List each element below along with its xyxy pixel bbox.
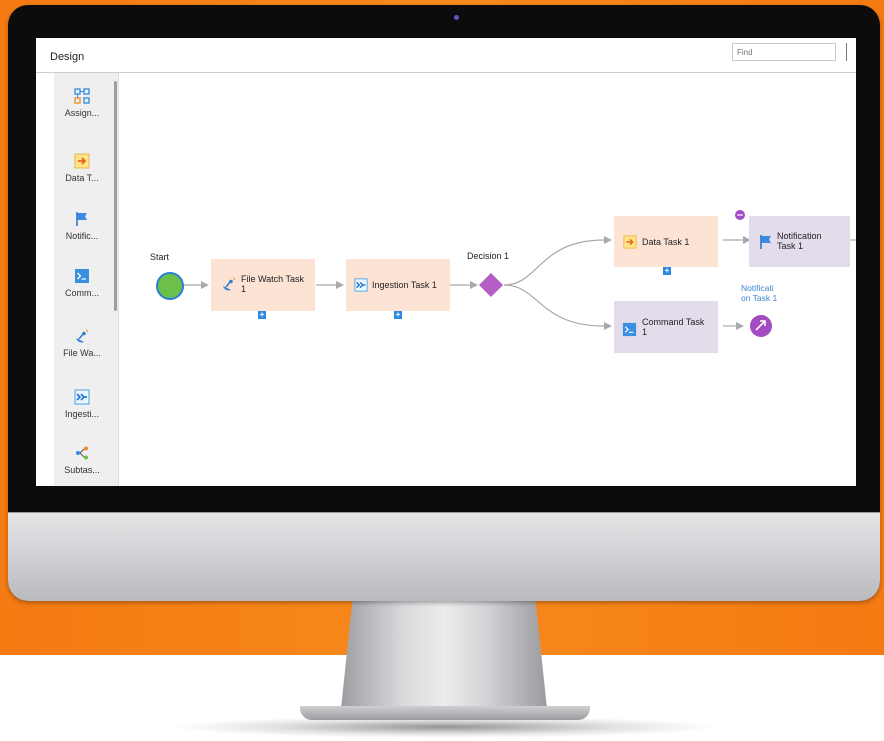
data-task-icon [623,235,637,249]
palette-item-subtask[interactable]: Subtas... [54,445,110,486]
satellite-icon [223,277,236,291]
file-watch-task-node[interactable]: File Watch Task 1 [211,259,315,311]
add-subtask-button[interactable]: + [258,311,266,319]
palette-label: File Wa... [63,348,101,358]
find-input[interactable] [732,43,836,61]
palette-label: Data T... [65,173,99,183]
satellite-icon [76,329,89,343]
arrowhead [470,281,478,289]
data-task-node[interactable]: Data Task 1 [614,216,718,267]
data-task-icon [74,153,90,169]
terminal-icon [622,322,637,337]
ingestion-icon [74,389,90,405]
add-subtask-button[interactable]: + [394,311,402,319]
palette-item-command[interactable]: Comm... [54,268,110,322]
ingestion-task-label: Ingestion Task 1 [372,280,437,290]
workflow-canvas[interactable]: Start Decision 1 File Watch Task 1 + Ing… [119,73,856,486]
start-label: Start [150,252,170,262]
notification-task-link[interactable]: Notificati on Task 1 [741,283,777,303]
palette-label: Comm... [64,288,99,298]
arrowhead [736,322,744,330]
subtask-icon [76,446,88,460]
assignment-icon [74,88,90,104]
monitor-chin [8,512,880,601]
ingestion-task-node[interactable]: Ingestion Task 1 [346,259,450,311]
add-subtask-button[interactable]: + [663,267,671,275]
palette-item-assignment[interactable]: Assign... [54,88,110,142]
start-node [156,272,184,300]
notification-task-node[interactable]: Notification Task 1 [749,216,850,267]
arrowhead [604,322,612,330]
terminal-icon [75,269,89,283]
command-task-label: Command Task 1 [642,317,705,337]
top-bar: Design [36,38,856,73]
decision-label: Decision 1 [467,251,510,261]
palette-item-file-watch[interactable]: File Wa... [54,328,110,382]
palette-label: Assign... [64,108,100,118]
data-task-label: Data Task 1 [642,237,690,247]
camera-icon [454,15,459,20]
connector-decision-datatask [503,239,605,286]
arrowhead [604,236,612,244]
command-task-node[interactable]: Command Task 1 [614,301,718,353]
task-palette: Assign... Data T... Notific... Comm... F… [54,73,119,486]
connector-decision-commandtask [503,284,605,327]
palette-item-ingestion[interactable]: Ingesti... [54,389,110,443]
arrowhead [336,281,344,289]
decision-diamond [479,273,503,297]
monitor-stand [340,600,548,718]
monitor-base [300,706,590,720]
flag-icon [76,212,87,226]
palette-label: Ingesti... [64,409,100,419]
palette-item-data-task[interactable]: Data T... [54,153,110,207]
ingestion-icon [354,278,368,292]
design-screen: Design Assign... Data T... [36,38,856,486]
palette-item-notification[interactable]: Notific... [54,211,110,265]
palette-label: Notific... [65,231,99,241]
toolbar-divider [846,43,847,61]
page-title: Design [50,51,85,63]
palette-label: Subtas... [64,465,100,475]
file-watch-task-label: File Watch Task 1 [241,274,305,294]
flag-icon [760,235,771,249]
notification-task-label: Notification Task 1 [777,231,822,251]
palette-scrollbar[interactable] [114,81,117,311]
arrowhead [201,281,209,289]
